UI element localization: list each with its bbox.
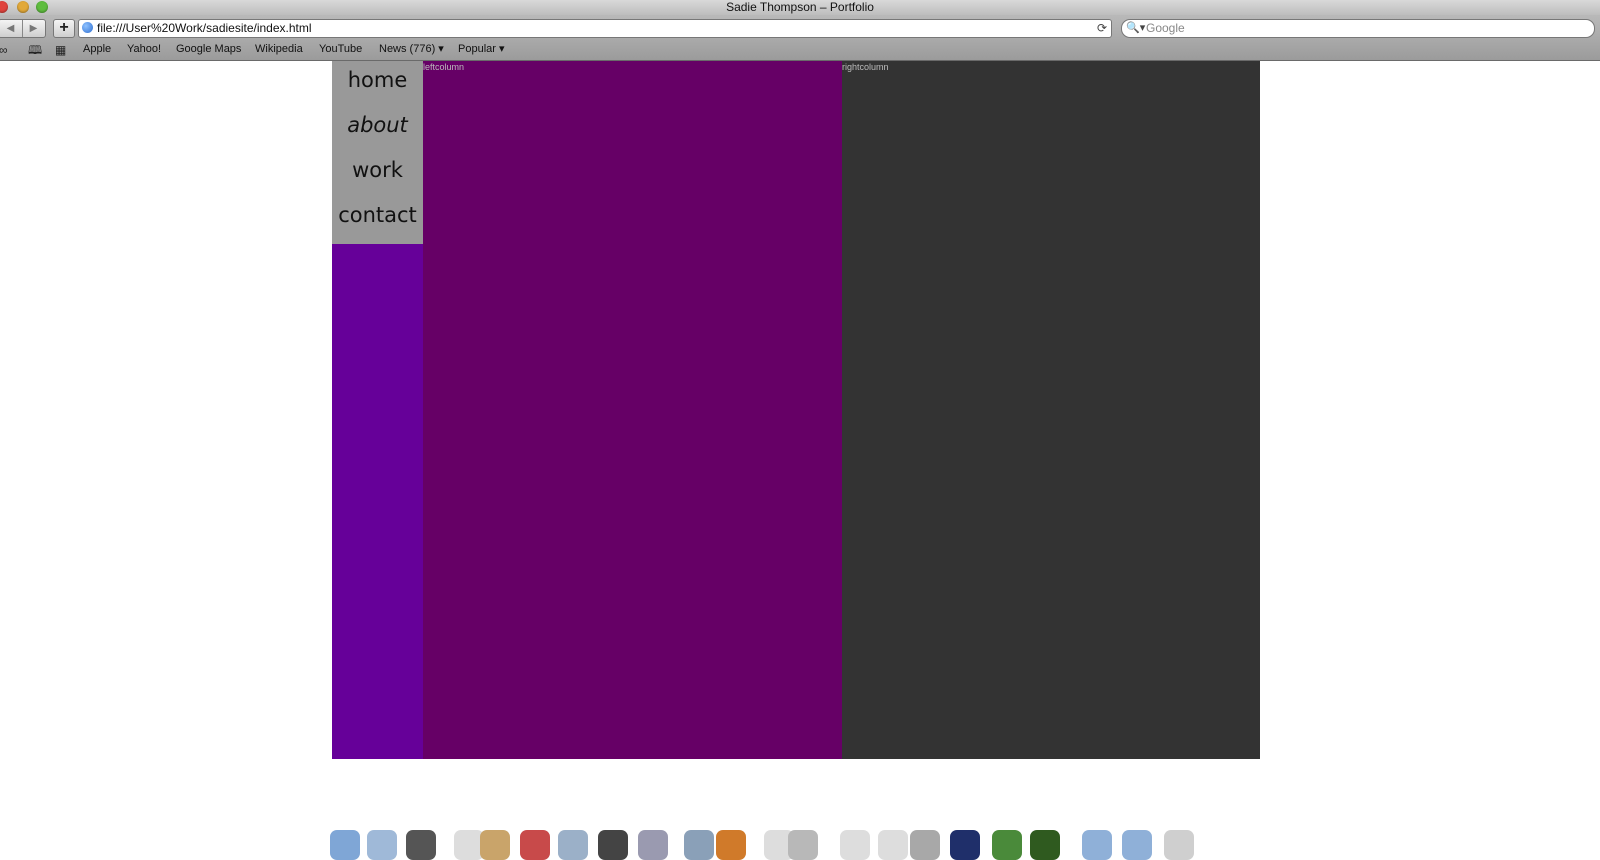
globe-icon — [82, 22, 93, 33]
dreamweaver-icon[interactable] — [1030, 830, 1060, 860]
unknown-app-icon[interactable] — [840, 830, 870, 860]
bookmark-popular-menu[interactable]: Popular ▾ — [458, 40, 505, 59]
display-icon[interactable] — [788, 830, 818, 860]
time-machine-icon[interactable] — [406, 830, 436, 860]
nav-link-home[interactable]: home — [332, 68, 423, 92]
firefox-icon[interactable] — [716, 830, 746, 860]
add-bookmark-button[interactable]: + — [53, 19, 75, 38]
window-title: Sadie Thompson – Portfolio — [726, 0, 874, 14]
minimize-window-icon[interactable] — [17, 1, 29, 13]
bookmarks-book-icon[interactable]: 🕮 — [28, 42, 42, 58]
system-preferences-icon[interactable] — [638, 830, 668, 860]
portfolio-page: home about work contact leftcolumn right… — [332, 61, 1260, 759]
top-sites-grid-icon[interactable]: ▦ — [55, 42, 66, 58]
xcode-icon[interactable] — [684, 830, 714, 860]
bookmark-yahoo[interactable]: Yahoo! — [127, 40, 161, 59]
bookmark-youtube[interactable]: YouTube — [319, 40, 362, 59]
bookmarks-bar: ∞ 🕮 ▦ Apple Yahoo! Google Maps Wikipedia… — [0, 40, 1600, 61]
photoshop-icon[interactable] — [950, 830, 980, 860]
window-titlebar: Sadie Thompson – Portfolio — [0, 0, 1600, 15]
bookmark-apple[interactable]: Apple — [83, 40, 111, 59]
script-editor-icon[interactable] — [910, 830, 940, 860]
left-column: leftcolumn — [423, 61, 842, 759]
nav-column-fill — [332, 244, 423, 759]
dock — [330, 828, 1230, 860]
back-forward-buttons: ◀ ▶ — [0, 19, 46, 38]
left-column-label: leftcolumn — [423, 62, 465, 72]
folder-icon[interactable] — [1122, 830, 1152, 860]
search-placeholder: Google — [1146, 21, 1185, 35]
address-url[interactable]: file:///User%20Work/sadiesite/index.html — [97, 20, 312, 37]
image-app-icon[interactable] — [992, 830, 1022, 860]
nav-link-contact[interactable]: contact — [332, 203, 423, 227]
reading-glasses-icon[interactable]: ∞ — [0, 42, 8, 58]
preview-icon[interactable] — [558, 830, 588, 860]
trash-icon[interactable] — [1164, 830, 1194, 860]
imovie-icon[interactable] — [598, 830, 628, 860]
folder-icon[interactable] — [1082, 830, 1112, 860]
safari-icon[interactable] — [367, 830, 397, 860]
back-button[interactable]: ◀ — [0, 20, 23, 37]
reload-icon[interactable]: ⟳ — [1097, 20, 1107, 37]
bookmark-news-menu[interactable]: News (776) ▾ — [379, 40, 444, 59]
search-icon: 🔍▾ — [1126, 22, 1146, 34]
nav-link-about[interactable]: about — [332, 113, 423, 137]
finder-icon[interactable] — [330, 830, 360, 860]
browser-toolbar: ◀ ▶ + file:///User%20Work/sadiesite/inde… — [0, 15, 1600, 40]
close-window-icon[interactable] — [0, 1, 8, 13]
bookmark-google-maps[interactable]: Google Maps — [176, 40, 241, 59]
calendar-icon[interactable] — [520, 830, 550, 860]
address-bar[interactable]: file:///User%20Work/sadiesite/index.html… — [78, 19, 1112, 38]
zoom-window-icon[interactable] — [36, 1, 48, 13]
unknown-app-icon[interactable] — [878, 830, 908, 860]
search-field[interactable]: 🔍▾ Google — [1121, 19, 1595, 38]
right-column-label: rightcolumn — [842, 62, 889, 72]
nav-link-work[interactable]: work — [332, 158, 423, 182]
address-book-icon[interactable] — [480, 830, 510, 860]
right-column: rightcolumn — [842, 61, 1260, 759]
site-navigation: home about work contact — [332, 61, 423, 244]
bookmark-wikipedia[interactable]: Wikipedia — [255, 40, 303, 59]
forward-button[interactable]: ▶ — [22, 20, 45, 37]
